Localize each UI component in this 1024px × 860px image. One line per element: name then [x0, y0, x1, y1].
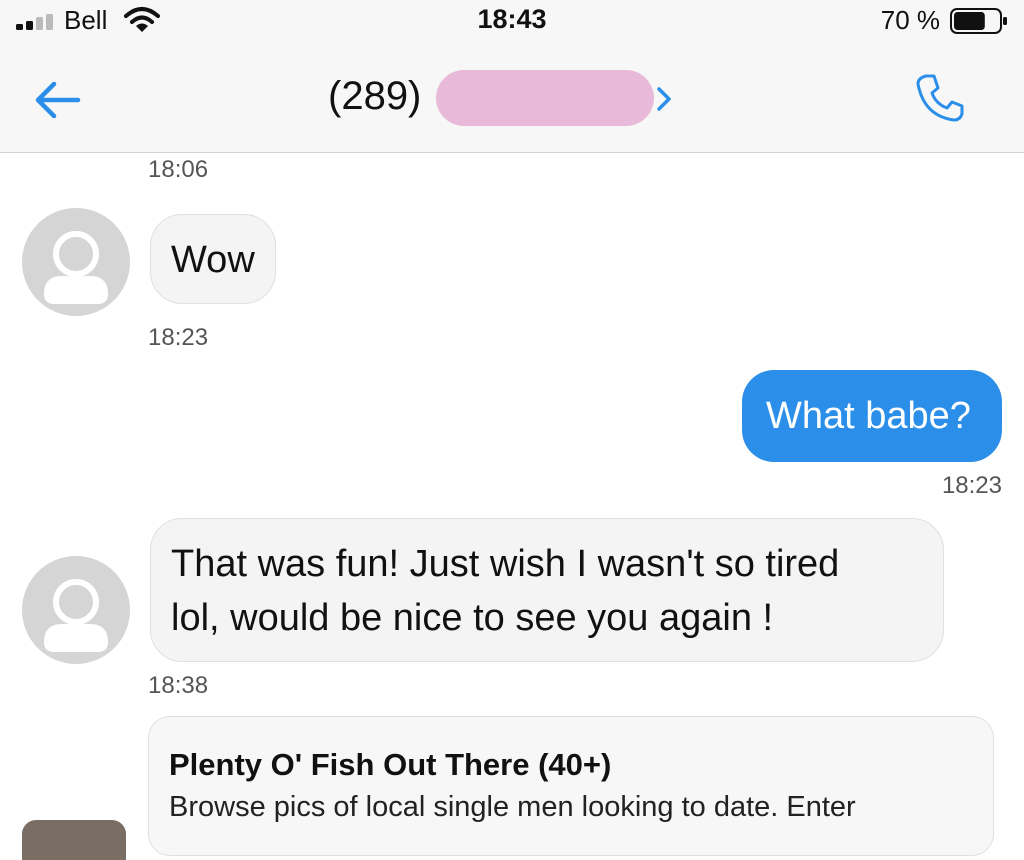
- incoming-message-bubble[interactable]: That was fun! Just wish I wasn't so tire…: [150, 518, 944, 662]
- message-timestamp: 18:23: [148, 324, 209, 351]
- redaction-mark: [436, 70, 654, 126]
- contact-number[interactable]: (289): [328, 74, 421, 119]
- chevron-right-icon[interactable]: [656, 86, 672, 112]
- link-preview-title: Plenty O' Fish Out There (40+): [169, 747, 612, 782]
- message-timestamp: 18:23: [941, 472, 1002, 499]
- message-text-line: lol, would be nice to see you again !: [171, 597, 774, 639]
- contact-avatar-icon: [22, 556, 130, 664]
- incoming-message-bubble[interactable]: Wow: [150, 214, 276, 304]
- message-text-line: That was fun! Just wish I wasn't so tire…: [171, 543, 840, 585]
- status-bar: Bell 18:43 70 %: [0, 0, 1024, 44]
- message-text: What babe?: [766, 395, 971, 437]
- link-thumbnail: [22, 820, 126, 860]
- link-preview-card[interactable]: Plenty O' Fish Out There (40+) Browse pi…: [148, 716, 994, 856]
- outgoing-message-bubble[interactable]: What babe?: [742, 370, 1002, 462]
- phone-call-icon[interactable]: [914, 72, 966, 124]
- contact-avatar-icon: [22, 208, 130, 316]
- message-timestamp: 18:06: [148, 156, 209, 183]
- message-timestamp: 18:38: [148, 672, 209, 699]
- battery-percentage: 70 %: [880, 5, 940, 35]
- status-time: 18:43: [477, 4, 547, 34]
- link-preview-description: Browse pics of local single men looking …: [169, 791, 856, 823]
- conversation-header: (289): [0, 44, 1024, 153]
- message-text: Wow: [171, 239, 255, 281]
- battery-icon: [950, 8, 1007, 34]
- back-arrow-icon[interactable]: [34, 80, 82, 120]
